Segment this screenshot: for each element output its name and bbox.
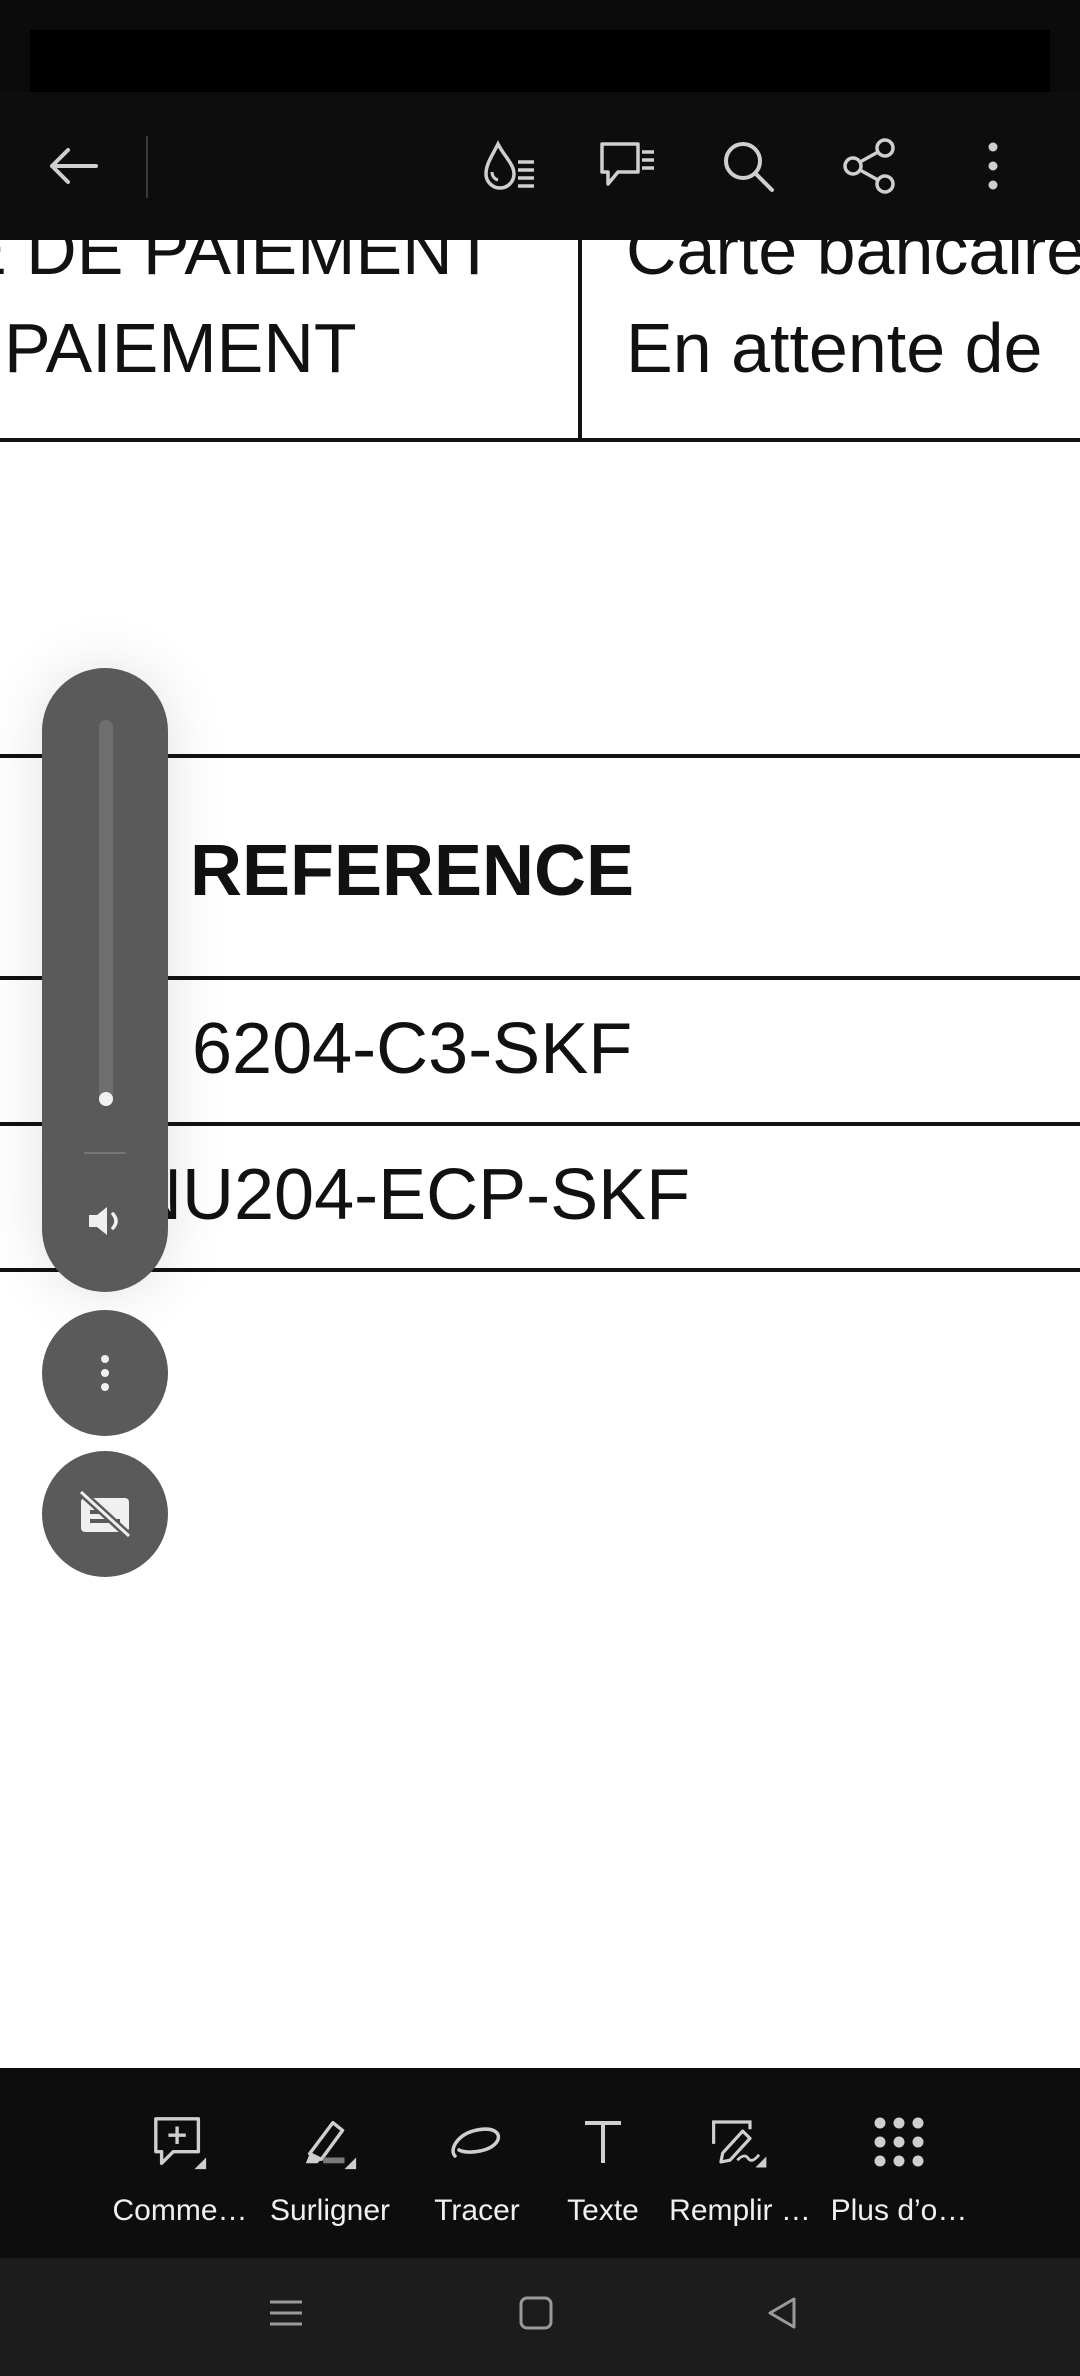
top-toolbar — [0, 92, 1080, 240]
table-divider — [578, 240, 582, 442]
volume-separator — [84, 1152, 126, 1154]
system-navigation-bar — [0, 2258, 1080, 2376]
search-icon[interactable] — [710, 128, 786, 204]
grid-icon — [869, 2112, 929, 2172]
payment-label-partial: E DE PAIEMENT — [0, 240, 496, 289]
share-icon[interactable] — [832, 128, 908, 204]
comment-tool-label: Comme… — [112, 2194, 248, 2227]
captions-off-icon — [78, 1490, 132, 1538]
fill-sign-tool-label: Remplir … — [669, 2194, 811, 2227]
fill-sign-tool[interactable]: Remplir … — [669, 2098, 811, 2238]
highlighter-icon — [300, 2112, 360, 2172]
comment-tool[interactable]: Comme… — [112, 2098, 248, 2238]
comment-add-icon — [150, 2112, 210, 2172]
arrow-left-icon[interactable] — [34, 128, 110, 204]
highlight-tool[interactable]: Surligner — [265, 2098, 395, 2238]
table-line — [0, 1268, 1080, 1272]
table-line — [0, 438, 1080, 442]
home-icon[interactable] — [496, 2278, 576, 2348]
text-tool[interactable]: Texte — [538, 2098, 668, 2238]
comments-icon[interactable] — [590, 128, 666, 204]
highlight-tool-label: Surligner — [269, 2194, 391, 2227]
draw-icon — [447, 2112, 507, 2172]
volume-panel — [42, 668, 168, 1292]
toolbar-divider — [146, 136, 148, 198]
more-vertical-icon — [101, 1355, 109, 1391]
live-caption-button[interactable] — [42, 1451, 168, 1577]
more-options-button[interactable] — [42, 1310, 168, 1436]
status-bar — [0, 0, 1080, 92]
more-vertical-icon[interactable] — [955, 128, 1031, 204]
payment-status-label: PAIEMENT — [4, 309, 357, 387]
reference-header: REFERENCE — [190, 831, 635, 911]
volume-slider[interactable] — [99, 720, 113, 1105]
liquid-mode-icon[interactable] — [470, 128, 546, 204]
text-icon — [573, 2112, 633, 2172]
payment-method-partial: Carte bancaire — [626, 240, 1080, 289]
back-icon[interactable] — [742, 2278, 822, 2348]
status-bar-area — [30, 30, 1050, 92]
more-tools-label: Plus d’o… — [830, 2194, 968, 2227]
payment-status-value: En attente de — [626, 309, 1043, 387]
bottom-toolbar: Comme… Surligner Tracer Texte Remplir … … — [0, 2068, 1080, 2258]
recents-icon[interactable] — [246, 2278, 326, 2348]
volume-slider-thumb[interactable] — [99, 1092, 113, 1106]
reference-item: NU204-ECP-SKF — [130, 1155, 691, 1235]
more-tools[interactable]: Plus d’o… — [831, 2098, 967, 2238]
volume-icon[interactable] — [80, 1196, 130, 1246]
reference-item: 6204-C3-SKF — [192, 1009, 633, 1089]
fill-sign-icon — [710, 2112, 770, 2172]
